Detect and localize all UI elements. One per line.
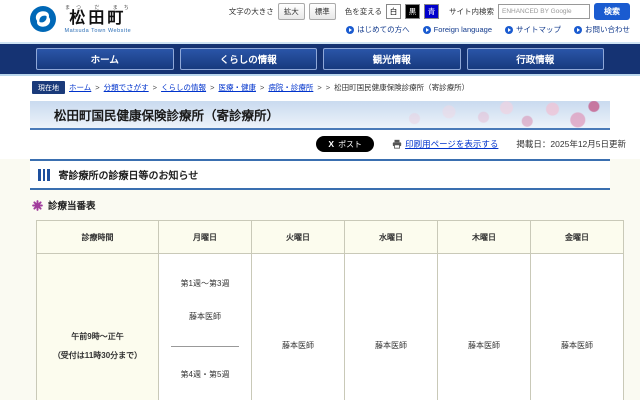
breadcrumb-living-info[interactable]: くらしの情報 [161,82,206,93]
search-button[interactable]: 検索 [594,3,630,20]
color-black-button[interactable]: 黒 [405,4,420,19]
section-heading-text: 寄診療所の診療日等のお知らせ [59,167,199,182]
nav-tourism-info[interactable]: 観光情報 [323,48,461,70]
breadcrumb-medical-health[interactable]: 医療・健康 [218,82,256,93]
cherry-blossom-decoration [380,101,610,128]
text-size-enlarge-button[interactable]: 拡大 [278,3,305,20]
main-content: 寄診療所の診療日等のお知らせ 診療当番表 診療時間 月曜日 火曜日 水曜日 木曜… [0,159,640,400]
matsuda-town-logo-icon [30,6,56,32]
table-row-morning: 午前9時～正午 （受付は11時30分まで） 第1週～第3週 藤本医師 第4週・第… [37,254,624,400]
site-search-input[interactable] [498,4,590,19]
foreign-language-link[interactable]: Foreign language [423,24,492,35]
site-search-label: サイト内検索 [449,6,494,17]
print-page-link[interactable]: 印刷用ページを表示する [392,138,498,150]
arrow-circle-icon [423,26,431,34]
cell-friday-morning: 藤本医師 [531,254,624,400]
flower-asterisk-icon [32,200,43,211]
sitemap-link[interactable]: サイトマップ [505,24,561,35]
breadcrumb-hospitals-clinics[interactable]: 病院・診療所 [268,82,313,93]
arrow-circle-icon [574,26,582,34]
x-post-button[interactable]: X ポスト [316,136,374,152]
contact-link[interactable]: お問い合わせ [574,24,630,35]
breadcrumb-search-by-category[interactable]: 分類でさがす [104,82,149,93]
color-blue-button[interactable]: 青 [424,4,439,19]
col-header-monday: 月曜日 [159,221,252,254]
current-location-badge: 現在地 [32,81,65,94]
site-header: まつ だ まち 松田町 Matsuda Town Website 文字の大きさ … [0,0,640,44]
col-header-wednesday: 水曜日 [345,221,438,254]
table-header-row: 診療時間 月曜日 火曜日 水曜日 木曜日 金曜日 [37,221,624,254]
clinic-schedule-table: 診療時間 月曜日 火曜日 水曜日 木曜日 金曜日 午前9時～正午 （受付は11時… [36,220,624,400]
text-size-label: 文字の大きさ [229,6,274,17]
site-subtitle: Matsuda Town Website [61,28,135,34]
col-header-thursday: 木曜日 [438,221,531,254]
first-time-visitors-link[interactable]: はじめての方へ [346,24,410,35]
arrow-circle-icon [346,26,354,34]
nav-administrative-info[interactable]: 行政情報 [467,48,605,70]
cell-time-morning: 午前9時～正午 （受付は11時30分まで） [37,254,159,400]
section-heading: 寄診療所の診療日等のお知らせ [30,159,610,190]
arrow-circle-icon [505,26,513,34]
nav-home[interactable]: ホーム [36,48,174,70]
color-white-button[interactable]: 白 [386,4,401,19]
breadcrumb: 現在地 ホーム > 分類でさがす > くらしの情報 > 医療・健康 > 病院・診… [0,76,640,98]
subsection-heading-text: 診療当番表 [48,198,96,212]
cell-thursday-morning: 藤本医師 [438,254,531,400]
triple-bar-icon [38,169,50,181]
published-date: 掲載日：2025年12月5日更新 [516,138,626,150]
text-size-standard-button[interactable]: 標準 [309,3,336,20]
col-header-tuesday: 火曜日 [252,221,345,254]
col-header-friday: 金曜日 [531,221,624,254]
site-name: 松田町 [61,11,135,28]
cell-divider [171,346,240,347]
site-logo[interactable]: まつ だ まち 松田町 Matsuda Town Website [30,4,135,34]
col-header-time: 診療時間 [37,221,159,254]
cell-wednesday-morning: 藤本医師 [345,254,438,400]
subsection-heading: 診療当番表 [0,190,640,218]
page-title: 松田町国民健康保険診療所（寄診療所） [30,105,279,124]
page-meta-row: X ポスト 印刷用ページを表示する 掲載日：2025年12月5日更新 [0,130,640,157]
color-change-label: 色を変える [345,6,382,17]
printer-icon [392,139,402,149]
cell-monday-morning: 第1週～第3週 藤本医師 第4週・第5週 相川医師 [159,254,252,400]
x-logo-icon: X [328,139,334,149]
breadcrumb-home[interactable]: ホーム [69,82,91,93]
cell-tuesday-morning: 藤本医師 [252,254,345,400]
breadcrumb-current-page: 松田町国民健康保険診療所（寄診療所） [334,82,469,93]
main-nav: ホーム くらしの情報 観光情報 行政情報 [0,44,640,76]
page-title-band: 松田町国民健康保険診療所（寄診療所） [30,101,610,128]
nav-living-info[interactable]: くらしの情報 [180,48,318,70]
